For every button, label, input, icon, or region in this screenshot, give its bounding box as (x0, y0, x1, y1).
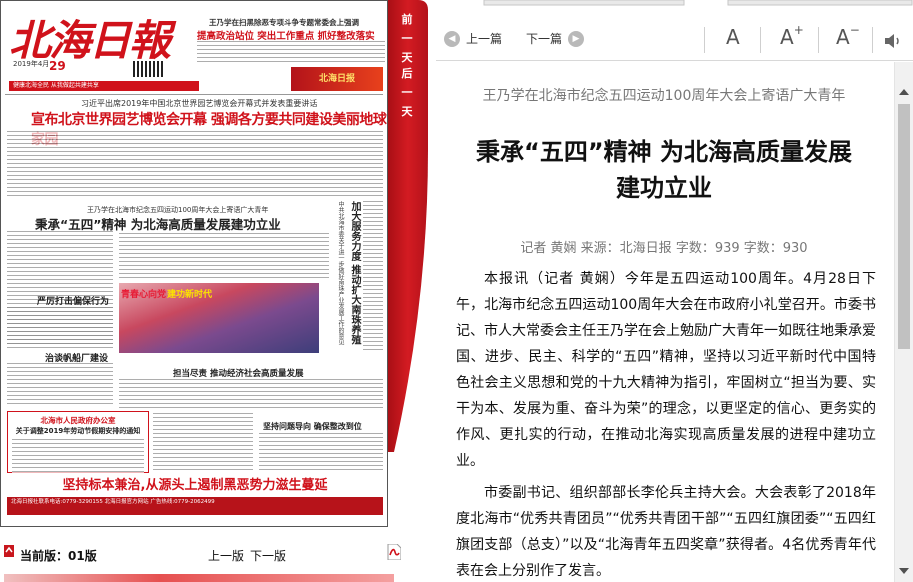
next-day-link[interactable]: 后一天 (398, 64, 416, 121)
newspaper-band: 健康北海全民 从我做起共建共享 (9, 81, 199, 91)
article-paragraph: 市委副书记、组织部部长李伦兵主持大会。大会表彰了2018年度北海市“优秀共青团员… (456, 485, 876, 579)
notice-box-title: 北海市人民政府办公室 (40, 416, 116, 425)
sub-body-3 (119, 379, 383, 409)
prev-day-link[interactable]: 前一天 (398, 10, 416, 67)
promo-banner: 北海日报 (291, 67, 383, 91)
toolbar-divider (436, 60, 913, 61)
vertical-body-text (363, 201, 383, 351)
article-title-line1: 秉承“五四”精神 为北海高质量发展 (476, 138, 852, 166)
prev-article-label: 上一篇 (466, 32, 503, 46)
article-meta: 记者 黄娴 来源：北海日报 字数：939 字数：930 (520, 241, 808, 256)
font-increase-button[interactable]: A+ (780, 23, 804, 49)
right-arrow-icon: ▶ (568, 30, 585, 47)
right-column-text (259, 433, 383, 471)
speaker-icon[interactable] (883, 32, 903, 50)
article-kicker: 王乃学在北海市纪念五四运动100周年大会上寄语广大青年 (482, 88, 846, 104)
box-headline-3[interactable]: 坚持问题导向 确保整改到位 (263, 421, 362, 432)
article-scrollbar[interactable] (894, 62, 913, 582)
edition-icon (4, 545, 14, 557)
headline-sub[interactable]: 提高政治站位 突出工作重点 抓好整改落实 (197, 28, 375, 42)
photo-caption-yellow: 建功新时代 (167, 290, 213, 300)
scroll-up-icon[interactable] (899, 89, 909, 95)
notice-box[interactable]: 北海市人民政府办公室 关于调整2019年劳动节假期安排的通知 (7, 411, 149, 475)
ads-strip: 北海日报社联系电话:0779-3290155 北海日报官方网站 广告热线:077… (7, 497, 383, 515)
next-article-button[interactable]: 下一篇 ▶ (526, 30, 585, 47)
toolbar-separator (704, 27, 705, 53)
prev-edition-link[interactable]: 上一版 (208, 547, 244, 564)
notice-box-text (12, 439, 144, 475)
font-decrease-button[interactable]: A− (836, 23, 860, 49)
pdf-icon[interactable] (387, 544, 401, 560)
vertical-subhead: 中共北海市委关于进一步做好南珠产业发展工作的意见 (337, 201, 344, 345)
lead-kicker[interactable]: 习近平出席2019年中国北京世界园艺博览会开幕式并发表重要讲话 (81, 98, 317, 109)
newspaper-date-line: 2019年4月 (13, 60, 50, 68)
second-body-mid (119, 233, 329, 279)
toolbar-top-edge (483, 0, 913, 6)
paper-footer: 当前版：01版 上一版 下一版 (0, 540, 410, 570)
headline-top[interactable]: 王乃学在扫黑除恶专项斗争专题常委会上强调 (209, 17, 359, 28)
article-title-line2: 建功立业 (616, 174, 712, 202)
article-paragraph: 本报讯（记者 黄娴）今年是五四运动100周年。4月28日下午，北海市纪念五四运动… (456, 271, 876, 469)
article-content: 王乃学在北海市纪念五四运动100周年大会上寄语广大青年 秉承“五四”精神 为北海… (436, 62, 892, 582)
newspaper-issue-day: 29 (49, 59, 66, 73)
bottom-banner[interactable]: 坚持标本兼治,从源头上遏制黑恶势力滋生蔓延 (7, 475, 383, 497)
mid-column-text (153, 413, 253, 471)
plus-icon: + (793, 23, 804, 37)
sub-body-2 (7, 363, 113, 407)
day-navigation-tab: 前一天 后一天 (388, 0, 428, 452)
divider (5, 94, 383, 95)
sub-body-1 (7, 307, 113, 347)
headline-body-text (197, 41, 385, 65)
article-title: 秉承“五四”精神 为北海高质量发展 建功立业 (436, 134, 892, 206)
font-normal-button[interactable]: A (726, 25, 740, 49)
toolbar-separator (872, 27, 873, 53)
minus-icon: − (849, 23, 860, 37)
qr-code-icon (133, 61, 163, 77)
next-article-label: 下一篇 (526, 32, 563, 46)
prev-article-button[interactable]: ◀ 上一篇 (444, 30, 502, 47)
toolbar-separator (760, 27, 761, 53)
font-increase-label: A (780, 25, 794, 49)
vertical-headline[interactable]: 加大服务力度 推动扩大南珠养殖 (347, 201, 361, 344)
next-edition-link[interactable]: 下一版 (250, 547, 286, 564)
photo-caption-red: 青春心向党 (121, 290, 167, 300)
sub-headline-1[interactable]: 严厉打击偏保行为 (37, 294, 109, 307)
current-edition-label: 当前版：01版 (20, 549, 97, 563)
scrollbar-thumb[interactable] (898, 104, 910, 349)
scroll-down-icon[interactable] (899, 568, 909, 574)
notice-box-subtitle: 关于调整2019年劳动节假期安排的通知 (15, 427, 141, 435)
left-arrow-icon: ◀ (444, 30, 460, 47)
next-page-preview[interactable] (4, 574, 394, 582)
toolbar-separator (818, 27, 819, 53)
font-decrease-label: A (836, 25, 850, 49)
sub-headline-3[interactable]: 担当尽责 推动经济社会高质量发展 (173, 367, 303, 379)
article-toolbar: ◀ 上一篇 下一篇 ▶ A A+ A− (436, 23, 913, 57)
font-normal-label: A (726, 25, 740, 49)
newspaper-page-image[interactable]: 北海日報 2019年4月 29 健康北海全民 从我做起共建共享 王乃学在扫黑除恶… (0, 0, 388, 527)
lead-body-text (7, 131, 383, 199)
